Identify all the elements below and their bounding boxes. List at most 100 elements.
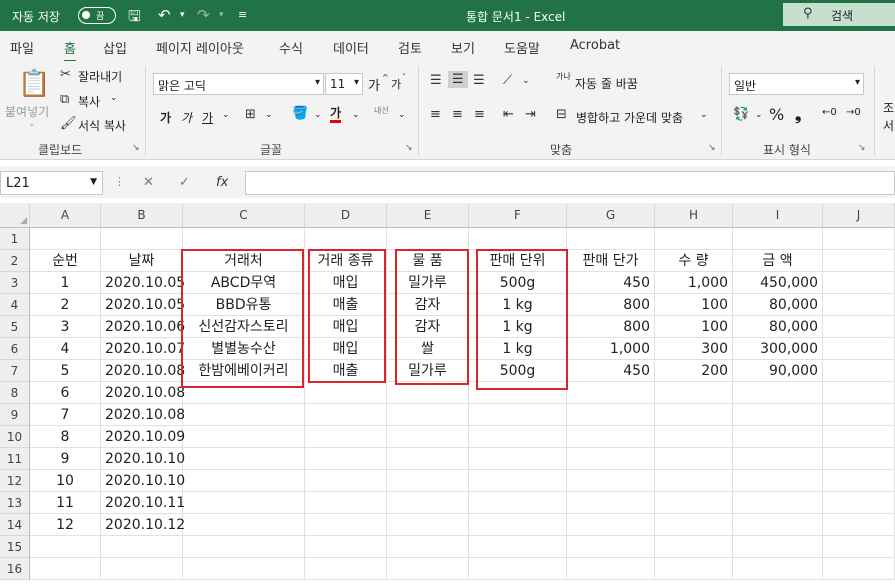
cell-j11[interactable] [823,448,895,470]
cell-h1[interactable] [655,228,733,250]
cell-a12[interactable]: 10 [30,470,101,492]
cell-b16[interactable] [101,558,183,580]
row-header-5[interactable]: 5 [0,316,30,338]
cell-c11[interactable] [183,448,305,470]
cell-j14[interactable] [823,514,895,536]
column-header-d[interactable]: D [305,203,387,228]
accounting-format-icon[interactable]: 💱 [733,107,749,122]
cell-g7[interactable]: 450 [567,360,655,382]
cell-g1[interactable] [567,228,655,250]
cell-g2[interactable]: 판매 단가 [567,250,655,272]
cut-icon[interactable]: ✂ [60,67,71,82]
cell-a13[interactable]: 11 [30,492,101,514]
cell-j8[interactable] [823,382,895,404]
undo-icon[interactable]: ↶ [158,6,171,24]
percent-icon[interactable]: % [769,105,784,124]
cell-i12[interactable] [733,470,823,492]
cell-a4[interactable]: 2 [30,294,101,316]
italic-button[interactable]: 가 [181,109,192,126]
cell-h8[interactable] [655,382,733,404]
column-header-e[interactable]: E [387,203,469,228]
styles-partial-label-2[interactable]: 서 [883,117,894,134]
cell-d11[interactable] [305,448,387,470]
paste-dropdown-icon[interactable]: ⌄ [28,119,36,129]
cell-b15[interactable] [101,536,183,558]
cell-e12[interactable] [387,470,469,492]
cell-j13[interactable] [823,492,895,514]
column-header-b[interactable]: B [101,203,183,228]
cell-j7[interactable] [823,360,895,382]
cell-j2[interactable] [823,250,895,272]
cell-a7[interactable]: 5 [30,360,101,382]
cell-d12[interactable] [305,470,387,492]
column-header-g[interactable]: G [567,203,655,228]
cell-h5[interactable]: 100 [655,316,733,338]
font-launcher-icon[interactable]: ↘ [405,143,413,153]
merge-dropdown-icon[interactable]: ⌄ [700,110,708,120]
cell-i11[interactable] [733,448,823,470]
paste-icon[interactable]: 📋 [18,69,50,99]
accounting-dropdown-icon[interactable]: ⌄ [755,110,763,120]
cell-b1[interactable] [101,228,183,250]
cell-g8[interactable] [567,382,655,404]
cell-e1[interactable] [387,228,469,250]
tab-page-layout[interactable]: 페이지 레이아웃 [156,38,244,57]
search-box[interactable]: ⚲ 검색 [783,3,895,26]
cell-a2[interactable]: 순번 [30,250,101,272]
cell-h11[interactable] [655,448,733,470]
cell-h2[interactable]: 수 량 [655,250,733,272]
cell-i4[interactable]: 80,000 [733,294,823,316]
decrease-indent-icon[interactable]: ⇤ [503,107,514,122]
cell-d9[interactable] [305,404,387,426]
phonetic-dropdown-icon[interactable]: ⌄ [398,110,406,120]
cell-c13[interactable] [183,492,305,514]
cell-j4[interactable] [823,294,895,316]
redo-icon[interactable]: ↷ [197,6,210,24]
styles-partial-label[interactable]: 조 [883,99,894,116]
font-color-dropdown-icon[interactable]: ⌄ [352,110,360,120]
cell-i8[interactable] [733,382,823,404]
paste-button[interactable]: 붙여넣기 [5,103,49,120]
cell-f11[interactable] [469,448,567,470]
cell-a6[interactable]: 4 [30,338,101,360]
cell-h13[interactable] [655,492,733,514]
cell-c10[interactable] [183,426,305,448]
cell-h16[interactable] [655,558,733,580]
cell-b11[interactable]: 2020.10.10 [101,448,185,470]
cell-a10[interactable]: 8 [30,426,101,448]
cell-c12[interactable] [183,470,305,492]
cell-d15[interactable] [305,536,387,558]
format-painter-icon[interactable]: 🖌 [60,116,77,131]
row-header-12[interactable]: 12 [0,470,30,492]
formula-input[interactable] [245,171,895,195]
phonetic-button[interactable]: 내선 [374,105,389,116]
cell-g12[interactable] [567,470,655,492]
align-left-icon[interactable]: ≡ [430,107,441,122]
cell-f14[interactable] [469,514,567,536]
increase-indent-icon[interactable]: ⇥ [525,107,536,122]
cell-j6[interactable] [823,338,895,360]
cell-j15[interactable] [823,536,895,558]
row-header-3[interactable]: 3 [0,272,30,294]
borders-icon[interactable]: ⊞ [245,107,256,122]
autosave-toggle[interactable]: 끔 [78,7,116,24]
cell-c1[interactable] [183,228,305,250]
bold-button[interactable]: 가 [160,109,171,126]
cell-c9[interactable] [183,404,305,426]
cell-a5[interactable]: 3 [30,316,101,338]
name-box[interactable]: L21 ▼ [0,171,103,195]
cell-i9[interactable] [733,404,823,426]
select-all-corner[interactable]: ◢ [0,203,30,228]
cell-j16[interactable] [823,558,895,580]
tab-acrobat[interactable]: Acrobat [570,38,620,53]
cell-i2[interactable]: 금 액 [733,250,823,272]
grow-font-button[interactable]: 가 [368,75,380,94]
cell-f10[interactable] [469,426,567,448]
cell-g5[interactable]: 800 [567,316,655,338]
row-header-2[interactable]: 2 [0,250,30,272]
cell-j5[interactable] [823,316,895,338]
copy-icon[interactable]: ⧉ [60,92,69,107]
cell-f1[interactable] [469,228,567,250]
cell-g13[interactable] [567,492,655,514]
cell-j12[interactable] [823,470,895,492]
